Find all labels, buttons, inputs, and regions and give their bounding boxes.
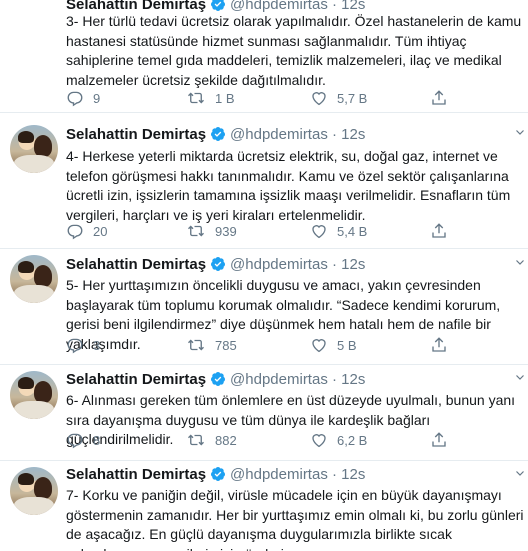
- reply-icon: [66, 222, 84, 240]
- retweet-button[interactable]: 1 B: [186, 88, 235, 108]
- author-handle[interactable]: @hdpdemirtas: [230, 126, 328, 143]
- separator-dot: ·: [332, 126, 337, 143]
- author-name[interactable]: Selahattin Demirtaş: [66, 126, 206, 143]
- tweet-text: 7- Korku ve paniğin değil, virüsle mücad…: [66, 487, 524, 551]
- tweet-text: 3- Her türlü tedavi ücretsiz olarak yapı…: [66, 13, 522, 88]
- chevron-down-icon[interactable]: [514, 125, 526, 143]
- verified-badge-icon: [210, 371, 226, 391]
- retweet-icon: [186, 431, 206, 449]
- timestamp[interactable]: 12s: [341, 371, 365, 388]
- like-icon: [310, 431, 328, 449]
- author-name[interactable]: Selahattin Demirtaş: [66, 371, 206, 388]
- tweet-card[interactable]: Selahattin Demirtaş @hdpdemirtas · 12s 6-…: [0, 365, 528, 461]
- tweet-text: 4- Herkese yeterli miktarda ücretsiz ele…: [66, 148, 511, 223]
- tweet-actions: 3 785 5 B: [66, 335, 506, 355]
- share-icon: [430, 336, 448, 354]
- tweet-header: Selahattin Demirtaş @hdpdemirtas · 12s: [66, 256, 365, 276]
- retweet-count: 882: [215, 432, 237, 448]
- verified-badge-icon: [210, 466, 226, 486]
- like-count: 5,7 B: [337, 90, 368, 106]
- avatar[interactable]: [10, 371, 58, 419]
- like-icon: [310, 222, 328, 240]
- tweet-header: Selahattin Demirtaş @hdpdemirtas · 12s: [66, 371, 365, 391]
- tweet-card[interactable]: Selahattin Demirtaş @hdpdemirtas · 12s 4-…: [0, 113, 528, 249]
- tweet-card[interactable]: Selahattin Demirtaş @hdpdemirtas · 12s 7-…: [0, 461, 528, 551]
- like-button[interactable]: 5 B: [310, 335, 357, 355]
- like-button[interactable]: 6,2 B: [310, 430, 367, 450]
- verified-badge-icon: [210, 256, 226, 276]
- tweet-actions: 20 939 5,4 B: [66, 221, 506, 241]
- retweet-button[interactable]: 939: [186, 221, 237, 241]
- share-icon: [430, 222, 448, 240]
- like-count: 5,4 B: [337, 223, 368, 239]
- reply-icon: [66, 431, 84, 449]
- like-icon: [310, 89, 328, 107]
- reply-icon: [66, 89, 84, 107]
- retweet-icon: [186, 336, 206, 354]
- share-icon: [430, 431, 448, 449]
- tweet-card[interactable]: Selahattin Demirtaş @hdpdemirtas · 12s 3-…: [0, 0, 528, 113]
- tweet-actions: 9 1 B 5,7 B: [66, 88, 506, 108]
- separator-dot: ·: [332, 371, 337, 388]
- like-icon: [310, 336, 328, 354]
- author-name[interactable]: Selahattin Demirtaş: [66, 256, 206, 273]
- retweet-icon: [186, 89, 206, 107]
- avatar[interactable]: [10, 255, 58, 303]
- reply-count: 8: [93, 432, 101, 448]
- chevron-down-icon[interactable]: [514, 255, 526, 273]
- reply-button[interactable]: 20: [66, 221, 107, 241]
- like-button[interactable]: 5,7 B: [310, 88, 367, 108]
- tweet-actions: 8 882 6,2 B: [66, 430, 506, 450]
- author-handle[interactable]: @hdpdemirtas: [230, 466, 328, 483]
- share-icon: [430, 89, 448, 107]
- tweet-header: Selahattin Demirtaş @hdpdemirtas · 12s: [66, 466, 365, 486]
- retweet-count: 939: [215, 223, 237, 239]
- chevron-down-icon[interactable]: [514, 466, 526, 484]
- reply-button[interactable]: 9: [66, 88, 100, 108]
- author-name[interactable]: Selahattin Demirtaş: [66, 466, 206, 483]
- separator-dot: ·: [332, 466, 337, 483]
- share-button[interactable]: [430, 88, 448, 108]
- retweet-count: 1 B: [215, 90, 235, 106]
- avatar[interactable]: [10, 467, 58, 515]
- like-count: 5 B: [337, 337, 357, 353]
- author-handle[interactable]: @hdpdemirtas: [230, 371, 328, 388]
- retweet-count: 785: [215, 337, 237, 353]
- reply-icon: [66, 336, 84, 354]
- retweet-button[interactable]: 882: [186, 430, 237, 450]
- reply-count: 3: [93, 337, 101, 353]
- author-handle[interactable]: @hdpdemirtas: [230, 256, 328, 273]
- timestamp[interactable]: 12s: [341, 466, 365, 483]
- avatar[interactable]: [10, 125, 58, 173]
- like-button[interactable]: 5,4 B: [310, 221, 367, 241]
- tweet-header: Selahattin Demirtaş @hdpdemirtas · 12s: [66, 126, 365, 146]
- timestamp[interactable]: 12s: [341, 256, 365, 273]
- reply-count: 9: [93, 90, 101, 106]
- reply-button[interactable]: 3: [66, 335, 100, 355]
- share-button[interactable]: [430, 430, 448, 450]
- verified-badge-icon: [210, 126, 226, 146]
- share-button[interactable]: [430, 335, 448, 355]
- like-count: 6,2 B: [337, 432, 368, 448]
- chevron-down-icon[interactable]: [514, 370, 526, 388]
- retweet-button[interactable]: 785: [186, 335, 237, 355]
- timestamp[interactable]: 12s: [341, 126, 365, 143]
- tweet-card[interactable]: Selahattin Demirtaş @hdpdemirtas · 12s 5-…: [0, 249, 528, 365]
- separator-dot: ·: [332, 256, 337, 273]
- share-button[interactable]: [430, 221, 448, 241]
- reply-count: 20: [93, 223, 108, 239]
- reply-button[interactable]: 8: [66, 430, 100, 450]
- retweet-icon: [186, 222, 206, 240]
